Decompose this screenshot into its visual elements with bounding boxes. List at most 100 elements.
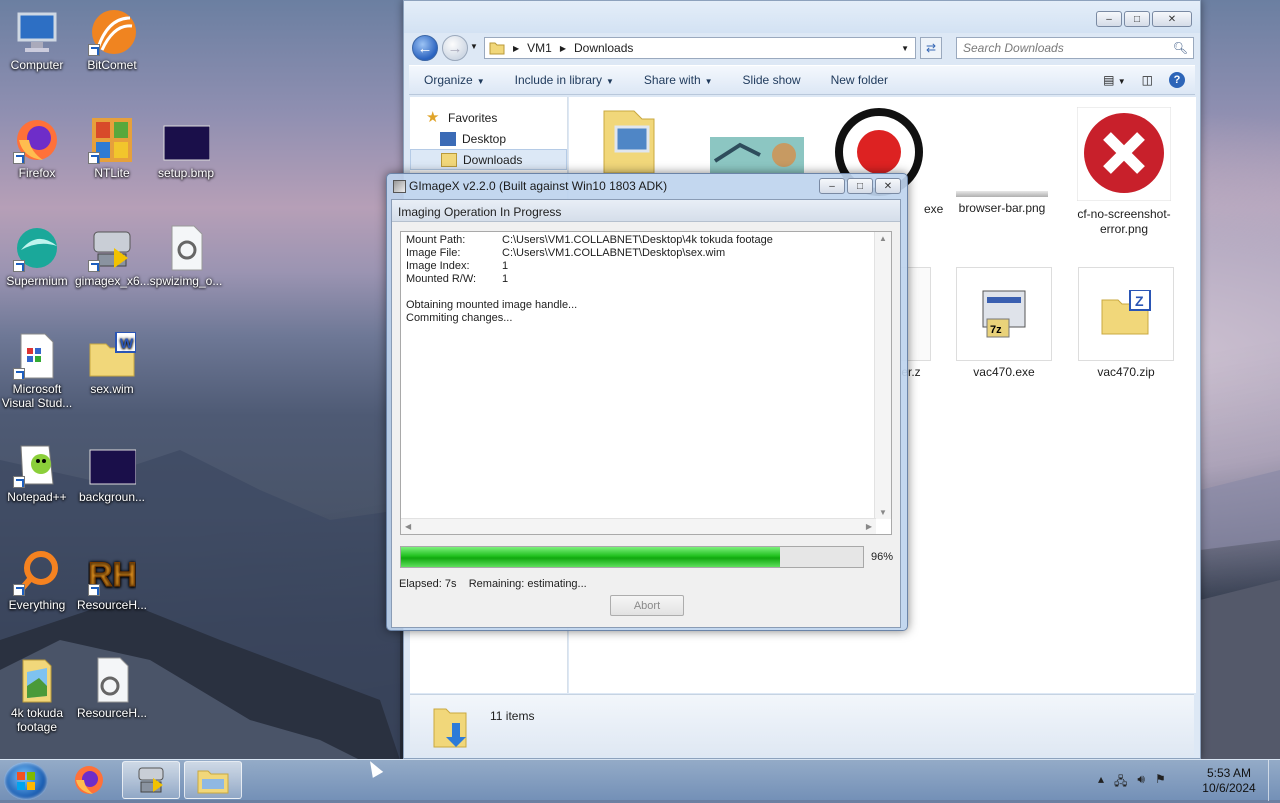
windows-logo-icon: [17, 772, 35, 790]
desktop-icon: [440, 131, 456, 146]
log-output[interactable]: Mount Path: C:\Users\VM1.COLLABNET\Deskto…: [400, 231, 892, 535]
desktop-icon-bitcomet[interactable]: BitComet: [75, 8, 149, 72]
svg-text:Z: Z: [1135, 293, 1144, 309]
desktop-icon-setup-bmp[interactable]: setup.bmp: [149, 116, 223, 180]
volume-icon[interactable]: 🔊︎: [1137, 772, 1145, 793]
file-item[interactable]: 7z vac470.exe: [949, 267, 1059, 380]
operation-header: Imaging Operation In Progress: [392, 200, 900, 222]
search-input[interactable]: Search Downloads 🔍︎: [956, 37, 1194, 59]
start-button[interactable]: [4, 762, 48, 800]
folder-icon: [603, 110, 655, 174]
desktop-icon-visual-studio[interactable]: Microsoft Visual Stud...: [0, 332, 74, 410]
refresh-button[interactable]: ⇄: [920, 37, 942, 59]
desktop-icon-spwizimg[interactable]: spwizimg_o...: [149, 224, 223, 288]
desktop-icon-sex-wim[interactable]: W sex.wim: [75, 331, 149, 396]
clock[interactable]: 5:53 AM 10/6/2024: [1194, 766, 1264, 796]
show-desktop-button[interactable]: [1268, 760, 1280, 801]
desktop-icon-gimagex[interactable]: gimagex_x6...: [75, 224, 150, 288]
file-item[interactable]: [702, 137, 812, 177]
address-bar[interactable]: ▶ VM1 ▶ Downloads ▼: [484, 37, 916, 59]
desktop-icon-resourceh-file[interactable]: ResourceH...: [75, 656, 149, 720]
status-bar: 11 items: [410, 694, 1194, 756]
wim-file-icon: W: [89, 331, 137, 377]
file-item[interactable]: browser-bar.png: [947, 191, 1057, 216]
maximize-button[interactable]: □: [847, 178, 873, 194]
taskbar-gimagex[interactable]: [122, 761, 180, 799]
taskbar-explorer[interactable]: [184, 761, 242, 799]
desktop-icon-resourcehacker[interactable]: RH ResourceH...: [75, 548, 149, 613]
time-status: Elapsed: 7s Remaining: estimating...: [399, 578, 587, 590]
desktop-icon-notepadpp[interactable]: Notepad++: [0, 440, 74, 504]
nav-favorites[interactable]: ★ Favorites: [410, 107, 567, 128]
share-with-button[interactable]: Share with ▼: [629, 73, 728, 87]
taskbar-firefox[interactable]: [60, 761, 118, 799]
log-text: Mount Path: C:\Users\VM1.COLLABNET\Deskto…: [406, 234, 773, 324]
explorer-titlebar[interactable]: – □ ✕: [404, 1, 1200, 33]
file-item[interactable]: [574, 107, 684, 181]
desktop-icon-4k-folder[interactable]: 4k tokuda footage: [0, 656, 74, 734]
new-folder-button[interactable]: New folder: [816, 73, 903, 87]
maximize-button[interactable]: □: [1124, 11, 1150, 27]
scroll-right-icon[interactable]: ▶: [866, 522, 872, 531]
gimagex-app-icon: [393, 180, 406, 193]
settings-file-icon: [97, 657, 129, 703]
desktop-icon-background[interactable]: backgroun...: [75, 440, 149, 504]
close-button[interactable]: ✕: [1152, 11, 1192, 27]
network-icon[interactable]: 🖧︎: [1114, 772, 1127, 793]
desktop-icon-supermium[interactable]: Supermium: [0, 224, 74, 288]
taskbar: ▴ 🖧︎ 🔊︎ ⚑ 5:53 AM 10/6/2024: [0, 759, 1280, 801]
svg-text:7z: 7z: [990, 324, 1002, 336]
organize-button[interactable]: Organize ▼: [409, 73, 500, 87]
svg-text:W: W: [120, 335, 134, 351]
back-button[interactable]: ←: [412, 35, 438, 61]
scroll-left-icon[interactable]: ◀: [405, 522, 411, 531]
item-count: 11 items: [490, 709, 535, 723]
folder-icon: [489, 42, 505, 55]
view-options-icon[interactable]: ▤ ▼: [1103, 73, 1126, 87]
minimize-button[interactable]: –: [819, 178, 845, 194]
vertical-scrollbar[interactable]: ▲ ▼: [874, 232, 891, 519]
progress-bar: [400, 546, 864, 568]
horizontal-scrollbar[interactable]: ◀ ▶: [401, 518, 876, 534]
action-center-flag-icon[interactable]: ⚑: [1155, 772, 1166, 793]
close-button[interactable]: ✕: [875, 178, 901, 194]
computer-icon: [17, 12, 57, 52]
nav-downloads[interactable]: Downloads: [410, 149, 567, 170]
search-icon: 🔍︎: [1172, 41, 1188, 55]
clock-date: 10/6/2024: [1202, 781, 1256, 795]
file-item[interactable]: cf-no-screenshot-error.png: [1069, 106, 1179, 237]
dialog-title: GImageX v2.2.0 (Built against Win10 1803…: [409, 179, 668, 193]
command-bar: Organize ▼ Include in library ▼ Share with…: [409, 65, 1195, 95]
help-icon[interactable]: ?: [1169, 72, 1185, 88]
file-item[interactable]: Z vac470.zip: [1071, 267, 1181, 380]
address-dropdown[interactable]: ▼: [901, 44, 909, 53]
scroll-down-icon[interactable]: ▼: [879, 508, 887, 517]
gimagex-dialog[interactable]: GImageX v2.2.0 (Built against Win10 1803…: [386, 173, 908, 631]
explorer-folder-icon: [197, 770, 229, 794]
desktop-icon-ntlite[interactable]: NTLite: [75, 116, 149, 180]
nav-desktop[interactable]: Desktop: [410, 128, 567, 149]
image-thumbnail-icon: [710, 137, 804, 173]
scroll-up-icon[interactable]: ▲: [879, 234, 887, 243]
progress-fill: [401, 547, 780, 567]
recent-pages-dropdown[interactable]: ▼: [470, 42, 478, 51]
settings-file-icon: [171, 225, 203, 271]
desktop-icon-firefox[interactable]: Firefox: [0, 116, 74, 180]
slide-show-button[interactable]: Slide show: [728, 73, 816, 87]
error-image-icon: [1076, 106, 1172, 202]
desktop-icon-computer[interactable]: Computer: [0, 8, 74, 72]
installer-icon: 7z: [982, 290, 1026, 338]
minimize-button[interactable]: –: [1096, 11, 1122, 27]
desktop-icon-everything[interactable]: Everything: [0, 548, 74, 612]
abort-button[interactable]: Abort: [610, 595, 684, 616]
forward-button[interactable]: →: [442, 35, 468, 61]
star-icon: ★: [426, 108, 440, 126]
breadcrumb-downloads[interactable]: Downloads: [574, 41, 633, 55]
downloads-folder-icon: [441, 152, 457, 167]
downloads-folder-icon: [433, 708, 467, 748]
include-in-library-button[interactable]: Include in library ▼: [500, 73, 629, 87]
show-hidden-icons-icon[interactable]: ▴: [1098, 772, 1104, 793]
preview-pane-icon[interactable]: ◫: [1142, 73, 1153, 87]
zip-folder-icon: Z: [1101, 290, 1151, 335]
breadcrumb-vm1[interactable]: VM1: [527, 41, 552, 55]
